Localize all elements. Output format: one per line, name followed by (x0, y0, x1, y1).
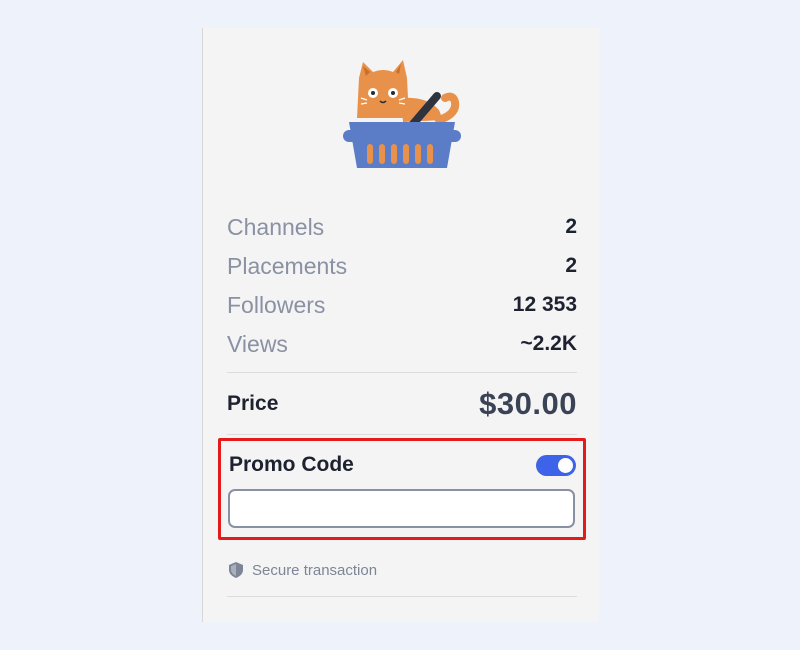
secure-transaction-note: Secure transaction (229, 560, 377, 580)
toggle-knob (558, 458, 573, 473)
stat-value: 2 (565, 254, 577, 277)
price-row: Price $30.00 (227, 386, 577, 422)
stat-label: Channels (227, 213, 325, 240)
stat-row-placements: Placements 2 (227, 252, 577, 280)
secure-transaction-text: Secure transaction (252, 561, 378, 579)
stat-row-views: Views ~2.2K (227, 330, 577, 358)
divider (227, 372, 577, 373)
promo-code-input[interactable] (228, 489, 575, 528)
stat-value: ~2.2K (520, 332, 577, 355)
promo-code-section-highlight: Promo Code (218, 438, 586, 540)
stat-label: Placements (227, 252, 348, 279)
divider (227, 596, 577, 597)
divider (227, 434, 577, 435)
stat-value: 12 353 (512, 293, 577, 316)
stat-label: Views (227, 330, 288, 357)
cat-in-basket-icon (343, 60, 461, 168)
price-value: $30.00 (479, 386, 577, 421)
promo-code-toggle[interactable] (536, 455, 576, 476)
promo-code-title: Promo Code (229, 453, 354, 476)
price-label: Price (227, 392, 279, 415)
shield-icon (229, 562, 243, 578)
stat-row-channels: Channels 2 (227, 213, 577, 241)
stat-label: Followers (227, 291, 326, 318)
stat-value: 2 (565, 215, 577, 238)
stat-row-followers: Followers 12 353 (227, 291, 577, 319)
